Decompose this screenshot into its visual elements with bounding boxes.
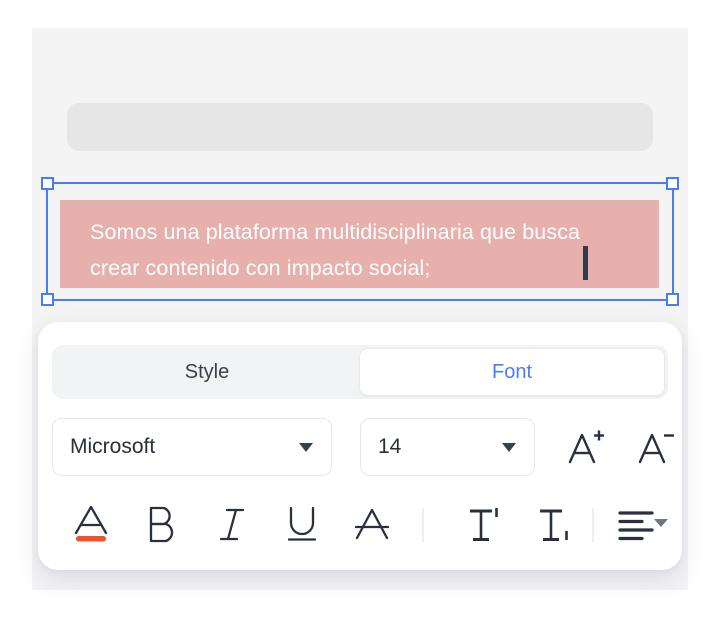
- text-color-button[interactable]: [66, 498, 118, 550]
- underline-icon: [287, 506, 317, 541]
- bold-button[interactable]: [136, 498, 188, 550]
- text-block-content[interactable]: Somos una plataforma multidisciplinaria …: [90, 214, 631, 286]
- font-controls-row: Microsoft 14: [52, 418, 674, 480]
- superscript-button[interactable]: [458, 498, 510, 550]
- selection-handle-top-right[interactable]: [666, 177, 679, 190]
- text-color-icon: [74, 505, 108, 542]
- text-caret: [583, 246, 588, 280]
- selected-text-block[interactable]: Somos una plataforma multidisciplinaria …: [60, 200, 659, 288]
- chevron-down-icon: [502, 442, 516, 452]
- empty-content-block[interactable]: [67, 103, 653, 151]
- a-plus-icon: [568, 430, 604, 464]
- font-family-select[interactable]: Microsoft: [52, 418, 332, 476]
- selection-handle-bottom-left[interactable]: [41, 293, 54, 306]
- subscript-button[interactable]: [528, 498, 580, 550]
- selection-handle-top-left[interactable]: [41, 177, 54, 190]
- a-minus-icon: [638, 433, 674, 464]
- decrease-font-size-button[interactable]: [630, 422, 680, 472]
- tools-divider: [592, 508, 594, 542]
- align-left-icon: [618, 511, 654, 541]
- underline-button[interactable]: [276, 498, 328, 550]
- strikethrough-icon: [354, 508, 390, 540]
- tools-divider: [422, 508, 424, 542]
- selection-handle-bottom-right[interactable]: [666, 293, 679, 306]
- tab-font[interactable]: Font: [359, 348, 665, 396]
- formatting-tools-row: [52, 496, 668, 554]
- app-root: Somos una plataforma multidisciplinaria …: [0, 0, 720, 618]
- italic-icon: [219, 508, 245, 541]
- text-format-panel: Style Font Microsoft 14: [38, 322, 682, 570]
- bold-icon: [149, 506, 174, 543]
- subscript-icon: [540, 509, 568, 541]
- strikethrough-button[interactable]: [346, 498, 398, 550]
- superscript-icon: [470, 508, 498, 541]
- chevron-down-icon: [299, 442, 313, 452]
- font-size-value: 14: [378, 435, 402, 458]
- format-tabs: Style Font: [52, 345, 668, 399]
- font-size-select[interactable]: 14: [360, 418, 535, 476]
- increase-font-size-button[interactable]: [560, 422, 610, 472]
- align-options-chevron-down-icon[interactable]: [654, 519, 668, 527]
- italic-button[interactable]: [206, 498, 258, 550]
- tab-style[interactable]: Style: [55, 348, 359, 396]
- font-family-value: Microsoft: [70, 435, 156, 458]
